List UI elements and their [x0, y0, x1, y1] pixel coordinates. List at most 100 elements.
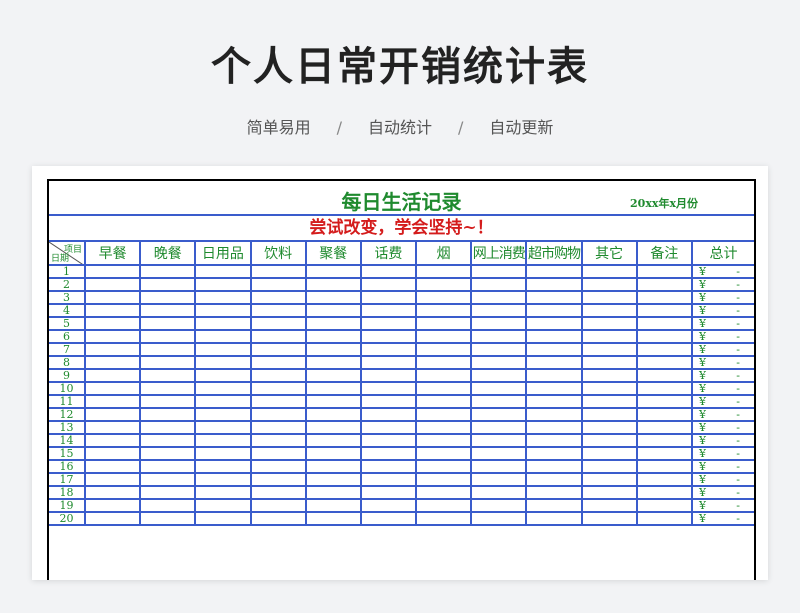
expense-input-cell[interactable] — [249, 407, 307, 422]
expense-input-cell[interactable] — [525, 485, 583, 500]
expense-input-cell[interactable] — [525, 420, 583, 435]
expense-input-cell[interactable] — [470, 316, 528, 331]
expense-input-cell[interactable] — [83, 303, 142, 318]
expense-input-cell[interactable] — [525, 303, 583, 318]
expense-input-cell[interactable] — [470, 303, 528, 318]
expense-input-cell[interactable] — [83, 394, 142, 409]
expense-input-cell[interactable] — [580, 446, 638, 461]
expense-input-cell[interactable] — [249, 329, 307, 344]
expense-input-cell[interactable] — [635, 355, 694, 370]
expense-input-cell[interactable] — [249, 290, 307, 305]
expense-input-cell[interactable] — [580, 459, 638, 474]
expense-input-cell[interactable] — [635, 368, 694, 383]
expense-input-cell[interactable] — [304, 485, 362, 500]
expense-input-cell[interactable] — [249, 420, 307, 435]
expense-input-cell[interactable] — [83, 446, 142, 461]
expense-input-cell[interactable] — [139, 459, 197, 474]
expense-input-cell[interactable] — [83, 511, 142, 526]
expense-input-cell[interactable] — [304, 355, 362, 370]
expense-input-cell[interactable] — [304, 277, 362, 292]
expense-input-cell[interactable] — [580, 381, 638, 396]
expense-input-cell[interactable] — [470, 264, 528, 279]
expense-input-cell[interactable] — [415, 355, 473, 370]
expense-input-cell[interactable] — [139, 446, 197, 461]
expense-input-cell[interactable] — [304, 511, 362, 526]
expense-input-cell[interactable] — [249, 316, 307, 331]
expense-input-cell[interactable] — [359, 264, 418, 279]
expense-input-cell[interactable] — [83, 420, 142, 435]
expense-input-cell[interactable] — [635, 381, 694, 396]
expense-input-cell[interactable] — [139, 368, 197, 383]
expense-input-cell[interactable] — [525, 381, 583, 396]
expense-input-cell[interactable] — [139, 433, 197, 448]
expense-input-cell[interactable] — [194, 420, 252, 435]
expense-input-cell[interactable] — [249, 277, 307, 292]
expense-input-cell[interactable] — [194, 290, 252, 305]
expense-input-cell[interactable] — [194, 459, 252, 474]
expense-input-cell[interactable] — [359, 420, 418, 435]
expense-input-cell[interactable] — [194, 472, 252, 487]
expense-input-cell[interactable] — [580, 329, 638, 344]
expense-input-cell[interactable] — [304, 407, 362, 422]
expense-input-cell[interactable] — [635, 498, 694, 513]
expense-input-cell[interactable] — [83, 368, 142, 383]
expense-input-cell[interactable] — [525, 329, 583, 344]
expense-input-cell[interactable] — [415, 511, 473, 526]
expense-input-cell[interactable] — [359, 472, 418, 487]
expense-input-cell[interactable] — [525, 459, 583, 474]
expense-input-cell[interactable] — [249, 368, 307, 383]
expense-input-cell[interactable] — [580, 498, 638, 513]
expense-input-cell[interactable] — [194, 485, 252, 500]
expense-input-cell[interactable] — [83, 498, 142, 513]
expense-input-cell[interactable] — [580, 407, 638, 422]
expense-input-cell[interactable] — [249, 394, 307, 409]
expense-input-cell[interactable] — [525, 407, 583, 422]
expense-input-cell[interactable] — [635, 472, 694, 487]
expense-input-cell[interactable] — [83, 329, 142, 344]
expense-input-cell[interactable] — [359, 459, 418, 474]
expense-input-cell[interactable] — [415, 394, 473, 409]
expense-input-cell[interactable] — [139, 316, 197, 331]
expense-input-cell[interactable] — [83, 277, 142, 292]
expense-input-cell[interactable] — [139, 277, 197, 292]
expense-input-cell[interactable] — [635, 511, 694, 526]
expense-input-cell[interactable] — [83, 407, 142, 422]
expense-input-cell[interactable] — [139, 485, 197, 500]
expense-input-cell[interactable] — [525, 368, 583, 383]
expense-input-cell[interactable] — [525, 277, 583, 292]
expense-input-cell[interactable] — [249, 446, 307, 461]
expense-input-cell[interactable] — [194, 433, 252, 448]
expense-input-cell[interactable] — [139, 420, 197, 435]
expense-input-cell[interactable] — [83, 342, 142, 357]
expense-input-cell[interactable] — [83, 290, 142, 305]
expense-input-cell[interactable] — [580, 290, 638, 305]
expense-input-cell[interactable] — [304, 446, 362, 461]
expense-input-cell[interactable] — [525, 433, 583, 448]
expense-input-cell[interactable] — [580, 342, 638, 357]
expense-input-cell[interactable] — [194, 498, 252, 513]
expense-input-cell[interactable] — [249, 511, 307, 526]
expense-input-cell[interactable] — [635, 459, 694, 474]
expense-input-cell[interactable] — [249, 472, 307, 487]
expense-input-cell[interactable] — [635, 342, 694, 357]
expense-input-cell[interactable] — [359, 407, 418, 422]
expense-input-cell[interactable] — [139, 290, 197, 305]
expense-input-cell[interactable] — [194, 329, 252, 344]
expense-input-cell[interactable] — [359, 381, 418, 396]
expense-input-cell[interactable] — [470, 472, 528, 487]
expense-input-cell[interactable] — [249, 381, 307, 396]
expense-input-cell[interactable] — [580, 472, 638, 487]
expense-input-cell[interactable] — [249, 303, 307, 318]
expense-input-cell[interactable] — [635, 420, 694, 435]
expense-input-cell[interactable] — [635, 485, 694, 500]
expense-input-cell[interactable] — [194, 316, 252, 331]
expense-input-cell[interactable] — [525, 446, 583, 461]
expense-input-cell[interactable] — [580, 433, 638, 448]
expense-input-cell[interactable] — [580, 368, 638, 383]
expense-input-cell[interactable] — [83, 316, 142, 331]
expense-input-cell[interactable] — [194, 394, 252, 409]
expense-input-cell[interactable] — [415, 368, 473, 383]
expense-input-cell[interactable] — [359, 342, 418, 357]
expense-input-cell[interactable] — [415, 277, 473, 292]
expense-input-cell[interactable] — [635, 303, 694, 318]
